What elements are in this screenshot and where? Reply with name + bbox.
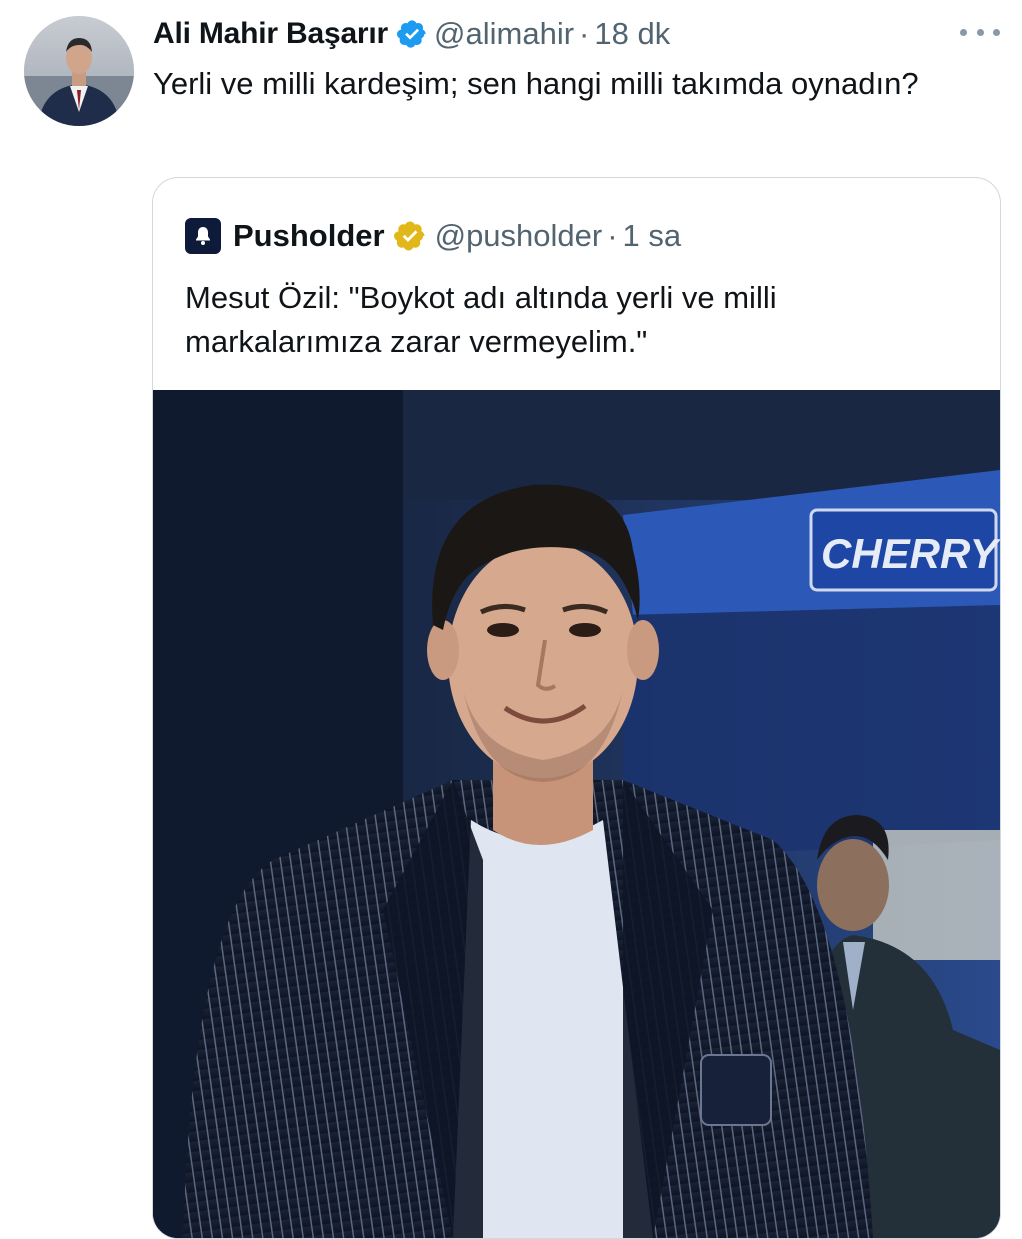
quoted-timestamp[interactable]: 1 sa <box>623 218 682 254</box>
author-avatar[interactable] <box>24 16 134 126</box>
separator-dot: · <box>579 16 590 51</box>
tweet-timestamp[interactable]: 18 dk <box>594 16 670 52</box>
separator-dot: · <box>607 218 618 253</box>
quoted-tweet-header: Pusholder @pusholder · 1 sa <box>185 216 681 256</box>
more-options-icon[interactable] <box>960 18 1000 46</box>
quoted-author-name[interactable]: Pusholder <box>233 218 385 254</box>
tweet-header: Ali Mahir Başarır @alimahir · 18 dk <box>153 12 670 56</box>
quoted-tweet[interactable]: Pusholder @pusholder · 1 sa Mesut Özil: … <box>152 177 1001 1239</box>
bell-icon[interactable] <box>185 218 221 254</box>
quoted-author-handle[interactable]: @pusholder <box>435 218 603 254</box>
gold-verified-badge-icon <box>393 219 427 253</box>
quoted-tweet-photo[interactable]: CHERRY <box>153 390 1000 1238</box>
awning-sign-text: CHERRY <box>821 530 1000 577</box>
news-photo: CHERRY <box>153 390 1000 1238</box>
author-name[interactable]: Ali Mahir Başarır <box>153 17 388 51</box>
quoted-tweet-text: Mesut Özil: "Boykot adı altında yerli ve… <box>185 280 777 360</box>
author-handle[interactable]: @alimahir <box>434 16 574 52</box>
profile-photo <box>24 16 134 126</box>
tweet-text: Yerli ve milli kardeşim; sen hangi milli… <box>153 66 919 101</box>
blue-verified-badge-icon <box>396 18 428 50</box>
